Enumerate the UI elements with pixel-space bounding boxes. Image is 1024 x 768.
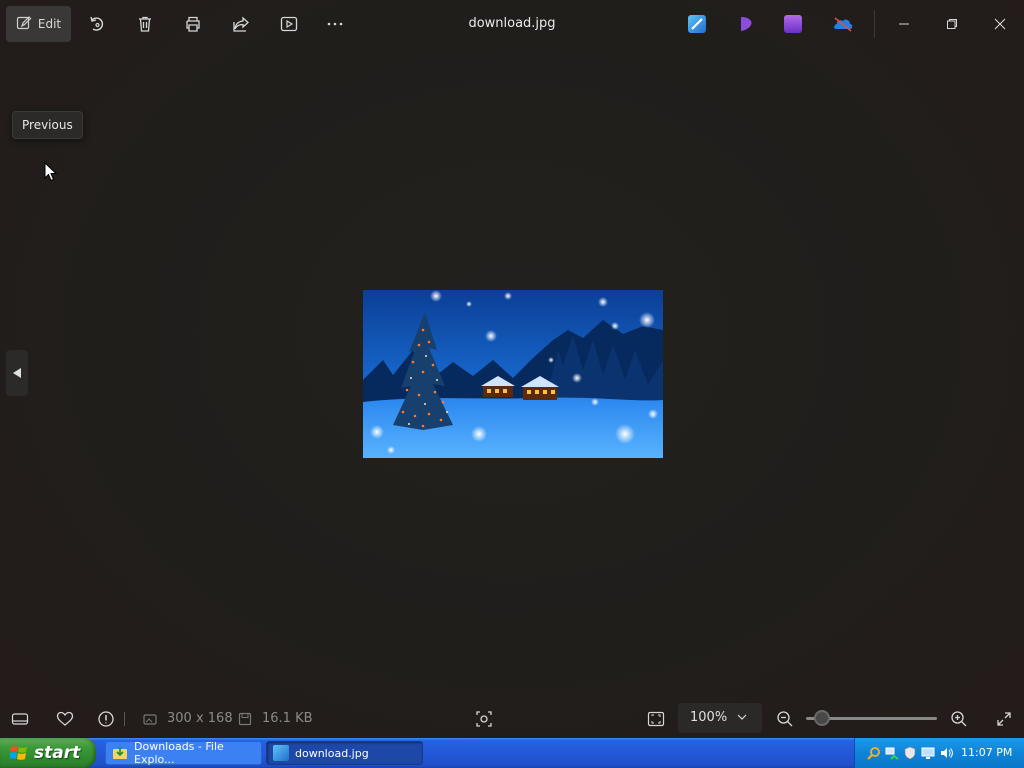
windows-logo-icon bbox=[9, 745, 28, 766]
edit-label: Edit bbox=[37, 17, 62, 31]
status-divider bbox=[120, 708, 130, 730]
chevron-left-icon bbox=[12, 364, 22, 383]
previous-tooltip: Previous bbox=[12, 111, 83, 139]
taskbar-item-label: Downloads - File Explo... bbox=[134, 740, 224, 766]
display-icon[interactable] bbox=[921, 745, 935, 759]
zoom-in-icon[interactable] bbox=[948, 708, 970, 730]
info-icon[interactable] bbox=[95, 708, 117, 730]
zoom-out-icon[interactable] bbox=[774, 708, 796, 730]
print-icon[interactable] bbox=[181, 12, 205, 36]
share-icon[interactable] bbox=[229, 12, 253, 36]
close-icon[interactable] bbox=[988, 12, 1012, 36]
restore-icon[interactable] bbox=[940, 12, 964, 36]
previous-image-button[interactable] bbox=[6, 350, 28, 396]
taskbar-item-file-explorer[interactable]: Downloads - File Explo... bbox=[105, 740, 262, 766]
fullscreen-icon[interactable] bbox=[993, 708, 1015, 730]
taskbar-item-photos[interactable]: download.jpg bbox=[266, 741, 423, 765]
photos-app-window: Edit download.jpg Previous 300 x 168 16.… bbox=[0, 0, 1024, 738]
network-icon[interactable] bbox=[885, 745, 899, 760]
taskbar-item-label: download.jpg bbox=[295, 746, 369, 760]
more-icon[interactable] bbox=[323, 12, 347, 36]
edit-icon bbox=[16, 15, 32, 34]
delete-icon[interactable] bbox=[133, 12, 157, 36]
minimize-icon[interactable] bbox=[892, 12, 916, 36]
clock: 11:07 PM bbox=[961, 746, 1013, 759]
window-title: download.jpg bbox=[468, 16, 556, 31]
clipchamp-icon[interactable] bbox=[737, 15, 755, 33]
edit-button[interactable]: Edit bbox=[6, 6, 71, 42]
security-shield-icon[interactable] bbox=[903, 745, 917, 760]
mouse-cursor-icon bbox=[44, 161, 58, 186]
system-tray: 11:07 PM bbox=[854, 738, 1024, 768]
video-editor-icon[interactable] bbox=[784, 15, 802, 33]
zoom-level-dropdown[interactable]: 100% bbox=[678, 703, 762, 733]
onedrive-icon[interactable] bbox=[832, 15, 854, 33]
toolbar-divider bbox=[874, 10, 875, 38]
start-label: start bbox=[34, 743, 81, 763]
visual-search-icon[interactable] bbox=[473, 708, 495, 730]
slideshow-icon[interactable] bbox=[277, 12, 301, 36]
bottom-status-bar: 300 x 168 16.1 KB 100% bbox=[0, 700, 1024, 738]
search-icon[interactable] bbox=[867, 745, 881, 760]
photos-app-icon bbox=[273, 745, 289, 761]
start-button[interactable]: start bbox=[0, 738, 96, 768]
zoom-slider-thumb[interactable] bbox=[813, 710, 830, 726]
image-dimensions: 300 x 168 bbox=[167, 711, 233, 726]
chevron-down-icon bbox=[736, 711, 748, 727]
dimensions-icon bbox=[139, 708, 161, 730]
filmstrip-icon[interactable] bbox=[9, 708, 31, 730]
downloads-folder-icon bbox=[112, 745, 128, 761]
photos-editor-icon[interactable] bbox=[688, 15, 706, 33]
displayed-photo bbox=[363, 290, 663, 458]
top-toolbar: Edit download.jpg bbox=[0, 0, 1024, 48]
volume-icon[interactable] bbox=[939, 745, 953, 759]
fit-to-window-icon[interactable] bbox=[645, 708, 667, 730]
zoom-value: 100% bbox=[690, 710, 728, 725]
file-size: 16.1 KB bbox=[262, 711, 313, 726]
rotate-icon[interactable] bbox=[85, 12, 109, 36]
file-size-icon bbox=[234, 708, 256, 730]
favorite-heart-icon[interactable] bbox=[54, 708, 76, 730]
taskbar: start Downloads - File Explo... download… bbox=[0, 738, 1024, 768]
